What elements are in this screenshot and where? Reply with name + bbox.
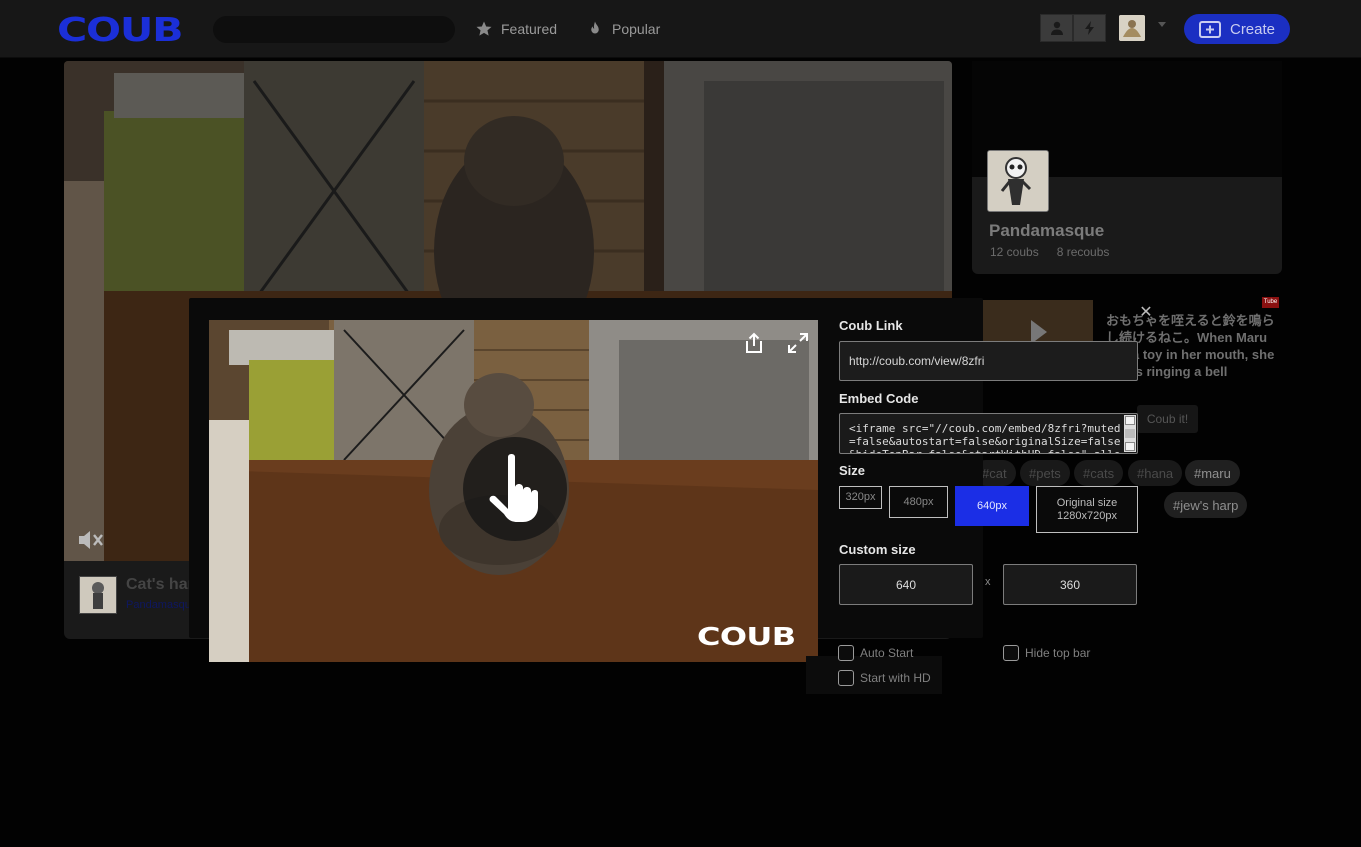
create-button[interactable]: Create — [1184, 14, 1290, 44]
checkbox-box[interactable] — [838, 645, 854, 661]
recoubs-count[interactable]: 8 recoubs — [1057, 245, 1110, 259]
size-640-button[interactable]: 640px — [955, 486, 1029, 526]
chevron-down-icon[interactable] — [1158, 22, 1166, 27]
size-320-button[interactable]: 320px — [839, 486, 882, 509]
plus-icon — [1198, 20, 1221, 38]
tag-item[interactable]: #cats — [1074, 460, 1124, 486]
nav-popular-label: Popular — [612, 21, 661, 37]
mute-icon[interactable] — [77, 529, 105, 551]
coub-logo[interactable]: COUB — [57, 10, 184, 49]
top-bar: COUB Featured Popular Create — [0, 0, 1361, 58]
profile-button[interactable] — [1040, 14, 1073, 42]
hide-top-bar-label: Hide top bar — [1025, 646, 1091, 660]
embed-code-text: <iframe src="//coub.com/embed/8zfri?mute… — [849, 422, 1121, 453]
coubs-count[interactable]: 12 coubs — [990, 245, 1039, 259]
scroll-down-icon[interactable] — [1125, 442, 1135, 451]
size-480-button[interactable]: 480px — [889, 486, 948, 518]
auto-start-label: Auto Start — [860, 646, 914, 660]
custom-width-input[interactable]: 640 — [839, 564, 973, 605]
custom-size-separator: x — [985, 576, 991, 588]
fullscreen-icon[interactable] — [787, 332, 809, 354]
channel-name[interactable]: Pandamasque — [989, 221, 1104, 241]
auto-start-checkbox[interactable]: Auto Start — [838, 645, 913, 661]
coub-author[interactable]: Pandamasque — [126, 599, 197, 611]
original-size-label: Original size — [1056, 496, 1118, 509]
lightning-icon — [1084, 21, 1094, 35]
original-size-dimensions: 1280x720px — [1057, 509, 1117, 522]
share-icon[interactable] — [744, 332, 764, 354]
checkbox-box[interactable] — [1003, 645, 1019, 661]
user-avatar[interactable] — [1119, 15, 1145, 41]
embed-code-field[interactable]: <iframe src="//coub.com/embed/8zfri?mute… — [839, 413, 1138, 454]
hand-pointer-icon[interactable] — [463, 437, 567, 541]
nav-featured[interactable]: Featured — [475, 19, 557, 39]
channel-avatar[interactable] — [987, 150, 1049, 212]
user-icon — [1050, 21, 1063, 35]
tag-item[interactable]: #jew's harp — [1164, 492, 1248, 518]
scroll-thumb[interactable] — [1125, 429, 1135, 438]
coub-it-button[interactable]: Coub it! — [1137, 405, 1198, 433]
size-label: Size — [839, 463, 866, 478]
embed-code-label: Embed Code — [839, 391, 919, 406]
tag-item[interactable]: #pets — [1020, 460, 1070, 486]
embed-scrollbar[interactable] — [1124, 415, 1136, 452]
start-with-hd-label: Start with HD — [860, 671, 931, 685]
coub-link-label: Coub Link — [839, 318, 903, 333]
channel-stats: 12 coubs 8 recoubs — [990, 245, 1109, 259]
checkbox-box[interactable] — [838, 670, 854, 686]
scroll-up-icon[interactable] — [1125, 416, 1135, 425]
tag-item[interactable]: #maru — [1185, 460, 1240, 486]
embed-preview-player[interactable]: COUB — [209, 320, 818, 662]
coub-watermark: COUB — [697, 622, 796, 651]
custom-size-label: Custom size — [839, 542, 916, 557]
tag-item[interactable]: #hana — [1128, 460, 1183, 486]
coub-link-field[interactable]: http://coub.com/view/8zfri — [839, 341, 1138, 381]
start-with-hd-checkbox[interactable]: Start with HD — [838, 670, 931, 686]
channel-card: Pandamasque 12 coubs 8 recoubs — [972, 61, 1282, 274]
star-icon — [476, 21, 492, 36]
create-label: Create — [1229, 20, 1276, 38]
close-icon[interactable]: ✕ — [1139, 305, 1153, 321]
hide-top-bar-checkbox[interactable]: Hide top bar — [1003, 645, 1090, 661]
nav-popular[interactable]: Popular — [586, 19, 660, 39]
activity-button[interactable] — [1073, 14, 1106, 42]
nav-featured-label: Featured — [501, 21, 558, 37]
original-size-button[interactable]: Original size 1280x720px — [1036, 486, 1138, 533]
youtube-icon: Tube — [1262, 297, 1279, 308]
author-avatar[interactable] — [79, 576, 117, 614]
flame-icon — [591, 21, 599, 34]
search-input[interactable] — [213, 16, 455, 43]
custom-height-input[interactable]: 360 — [1003, 564, 1137, 605]
